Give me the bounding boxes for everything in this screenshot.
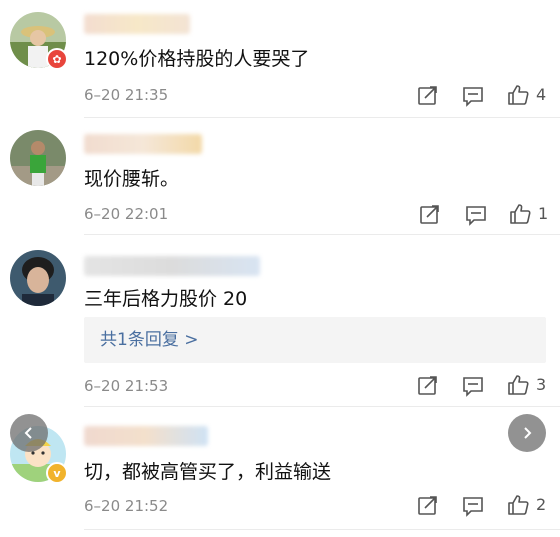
avatar[interactable] [10, 250, 66, 306]
previous-button[interactable] [10, 414, 48, 452]
username-blurred[interactable] [84, 134, 202, 154]
divider [84, 234, 560, 235]
divider [84, 406, 560, 407]
username-blurred[interactable] [84, 426, 208, 446]
comment-text: 三年后格力股价 20 [84, 288, 248, 310]
like-count: 3 [536, 375, 547, 394]
comment-icon[interactable] [461, 84, 485, 108]
view-replies-button[interactable]: 共1条回复 > [84, 317, 546, 363]
thumbs-up-icon[interactable] [506, 493, 530, 517]
member-badge-icon: v [46, 462, 68, 484]
avatar[interactable]: ✿ [10, 12, 68, 70]
thumbs-up-icon[interactable] [508, 202, 532, 226]
comment-item: 现价腰斩。 6–20 22:01 1 [0, 118, 560, 236]
comment-item: ✿ 120%价格持股的人要哭了 6–20 21:35 4 [0, 0, 560, 118]
like-count: 1 [538, 204, 549, 223]
thumbs-up-icon[interactable] [506, 373, 530, 397]
avatar[interactable] [10, 130, 66, 186]
comment-text: 切，都被高管买了，利益输送 [84, 461, 332, 483]
like-count: 4 [536, 85, 547, 104]
avatar-image [10, 130, 66, 186]
share-icon[interactable] [418, 203, 442, 227]
share-icon[interactable] [416, 374, 440, 398]
verified-badge-icon: ✿ [46, 48, 68, 70]
comment-icon[interactable] [461, 374, 485, 398]
avatar-image [10, 250, 66, 306]
comment-text: 120%价格持股的人要哭了 [84, 48, 310, 70]
comment-item: v 切，都被高管买了，利益输送 6–20 21:52 2 [0, 408, 560, 537]
share-icon[interactable] [416, 494, 440, 518]
share-icon[interactable] [416, 84, 440, 108]
username-blurred[interactable] [84, 256, 260, 276]
comment-text: 现价腰斩。 [84, 168, 180, 190]
comment-time: 6–20 21:53 [84, 377, 169, 395]
thumbs-up-icon[interactable] [506, 83, 530, 107]
comment-item: 三年后格力股价 20 共1条回复 > 6–20 21:53 3 [0, 236, 560, 408]
chevron-left-icon [24, 427, 32, 439]
comment-time: 6–20 21:52 [84, 497, 169, 515]
comment-icon[interactable] [464, 203, 488, 227]
username-blurred[interactable] [84, 14, 190, 34]
comment-time: 6–20 21:35 [84, 86, 169, 104]
comment-time: 6–20 22:01 [84, 205, 169, 223]
chevron-right-icon [524, 427, 532, 439]
next-button[interactable] [508, 414, 546, 452]
like-count: 2 [536, 495, 547, 514]
divider [84, 529, 560, 530]
comment-icon[interactable] [461, 494, 485, 518]
